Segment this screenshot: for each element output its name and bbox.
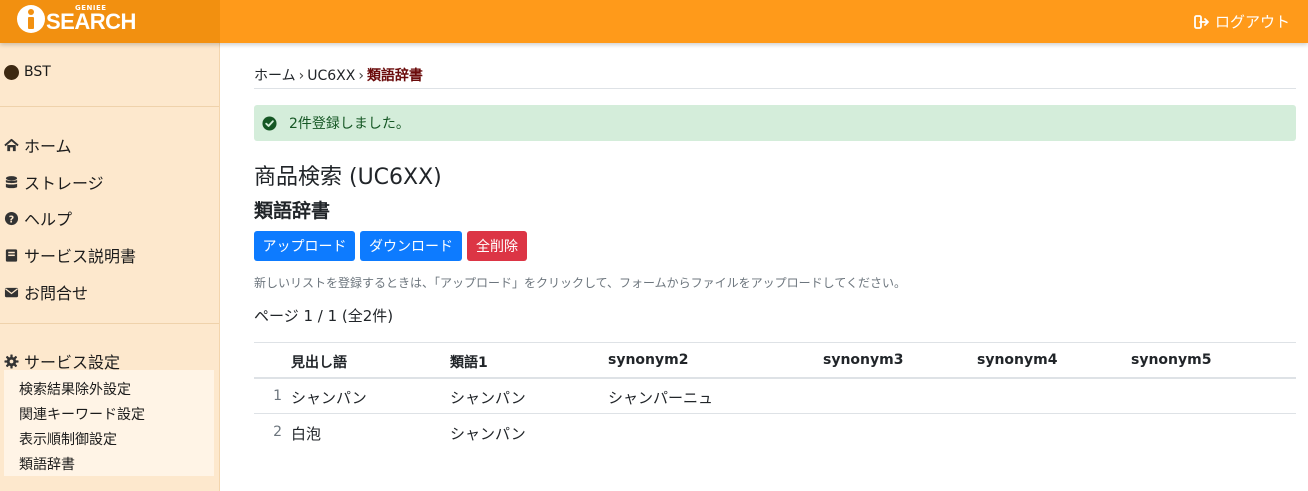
- sidebar: BST ホーム ストレージ ? ヘルプ サービス説明書 お問合せ サービス設定 …: [0, 43, 220, 491]
- sidebar-item-storage[interactable]: ストレージ: [4, 170, 104, 194]
- download-button[interactable]: ダウンロード: [360, 231, 462, 261]
- table-cell: シャンパン: [450, 425, 526, 443]
- brand-main-text: SEARCH: [46, 9, 136, 34]
- column-header-headword: 見出し語: [291, 355, 347, 371]
- upload-button[interactable]: アップロード: [254, 231, 355, 261]
- section-title: 類語辞書: [254, 200, 331, 222]
- breadcrumb-current: 類語辞書: [366, 68, 423, 84]
- top-bar: GENIEE SEARCH ログアウト: [0, 0, 1308, 43]
- breadcrumb-home[interactable]: ホーム: [254, 68, 296, 84]
- table-cell: シャンパーニュ: [608, 389, 714, 407]
- breadcrumb: ホーム › UC6XX › 類語辞書: [254, 68, 423, 84]
- question-circle-icon: ?: [4, 211, 19, 225]
- sidebar-item-help[interactable]: ? ヘルプ: [4, 206, 72, 230]
- delete-all-button[interactable]: 全削除: [467, 231, 527, 261]
- table-cell: シャンパン: [450, 389, 526, 407]
- book-icon: [5, 248, 18, 262]
- table-cell: シャンパン: [291, 389, 367, 407]
- sign-out-icon: [1194, 14, 1209, 29]
- logout-label: ログアウト: [1214, 13, 1290, 31]
- table-row-border: [254, 413, 1296, 414]
- info-logo-icon: [17, 5, 45, 33]
- sidebar-divider: [0, 106, 219, 107]
- sidebar-item-label: ストレージ: [24, 174, 104, 193]
- sidebar-item-service-guide[interactable]: サービス説明書: [4, 243, 136, 267]
- sidebar-item-label: お問合せ: [24, 284, 89, 303]
- logout-button[interactable]: ログアウト: [1194, 11, 1290, 32]
- table-header-border: [254, 377, 1296, 379]
- account-label: BST: [24, 64, 51, 80]
- page-title: 商品検索 (UC6XX): [254, 165, 442, 190]
- submenu-item-display-order[interactable]: 表示順制御設定: [19, 429, 117, 449]
- sidebar-item-label: ホーム: [24, 137, 72, 156]
- alert-message: 2件登録しました。: [289, 116, 410, 132]
- pagination-info: ページ 1 / 1 (全2件): [254, 307, 394, 325]
- home-icon: [4, 138, 19, 151]
- check-circle-icon: [262, 115, 277, 131]
- upload-hint: 新しいリストを登録するときは、「アップロード」をクリックして、フォームからファイ…: [254, 276, 906, 290]
- row-number: 1: [273, 388, 282, 404]
- gear-icon: [4, 353, 19, 369]
- submenu-item-synonym-dictionary[interactable]: 類語辞書: [19, 454, 75, 474]
- column-header-synonym3: synonym3: [823, 352, 904, 368]
- database-icon: [5, 175, 18, 188]
- account-selector[interactable]: BST: [4, 64, 51, 80]
- column-header-synonym1: 類語1: [450, 355, 488, 371]
- submenu-item-exclusion[interactable]: 検索結果除外設定: [19, 379, 131, 399]
- column-header-synonym5: synonym5: [1131, 352, 1212, 368]
- column-header-synonym4: synonym4: [977, 352, 1058, 368]
- row-number: 2: [273, 424, 282, 440]
- sidebar-item-home[interactable]: ホーム: [4, 133, 72, 157]
- table-cell: 白泡: [291, 425, 322, 443]
- svg-text:?: ?: [9, 214, 14, 225]
- envelope-icon: [4, 287, 19, 297]
- sidebar-divider: [0, 323, 219, 324]
- sidebar-item-contact[interactable]: お問合せ: [4, 280, 88, 304]
- breadcrumb-service[interactable]: UC6XX: [307, 68, 355, 84]
- table-top-border: [254, 342, 1296, 343]
- submenu-item-related-keywords[interactable]: 関連キーワード設定: [19, 404, 145, 424]
- account-dot-icon: [4, 64, 19, 80]
- breadcrumb-divider: [254, 88, 1296, 89]
- column-header-synonym2: synonym2: [608, 352, 689, 368]
- sidebar-item-label: サービス説明書: [24, 247, 137, 266]
- sidebar-item-label: ヘルプ: [24, 210, 73, 229]
- success-alert: 2件登録しました。: [254, 105, 1296, 141]
- service-settings-submenu: 検索結果除外設定 関連キーワード設定 表示順制御設定 類語辞書: [4, 370, 214, 476]
- brand[interactable]: GENIEE SEARCH: [0, 0, 220, 43]
